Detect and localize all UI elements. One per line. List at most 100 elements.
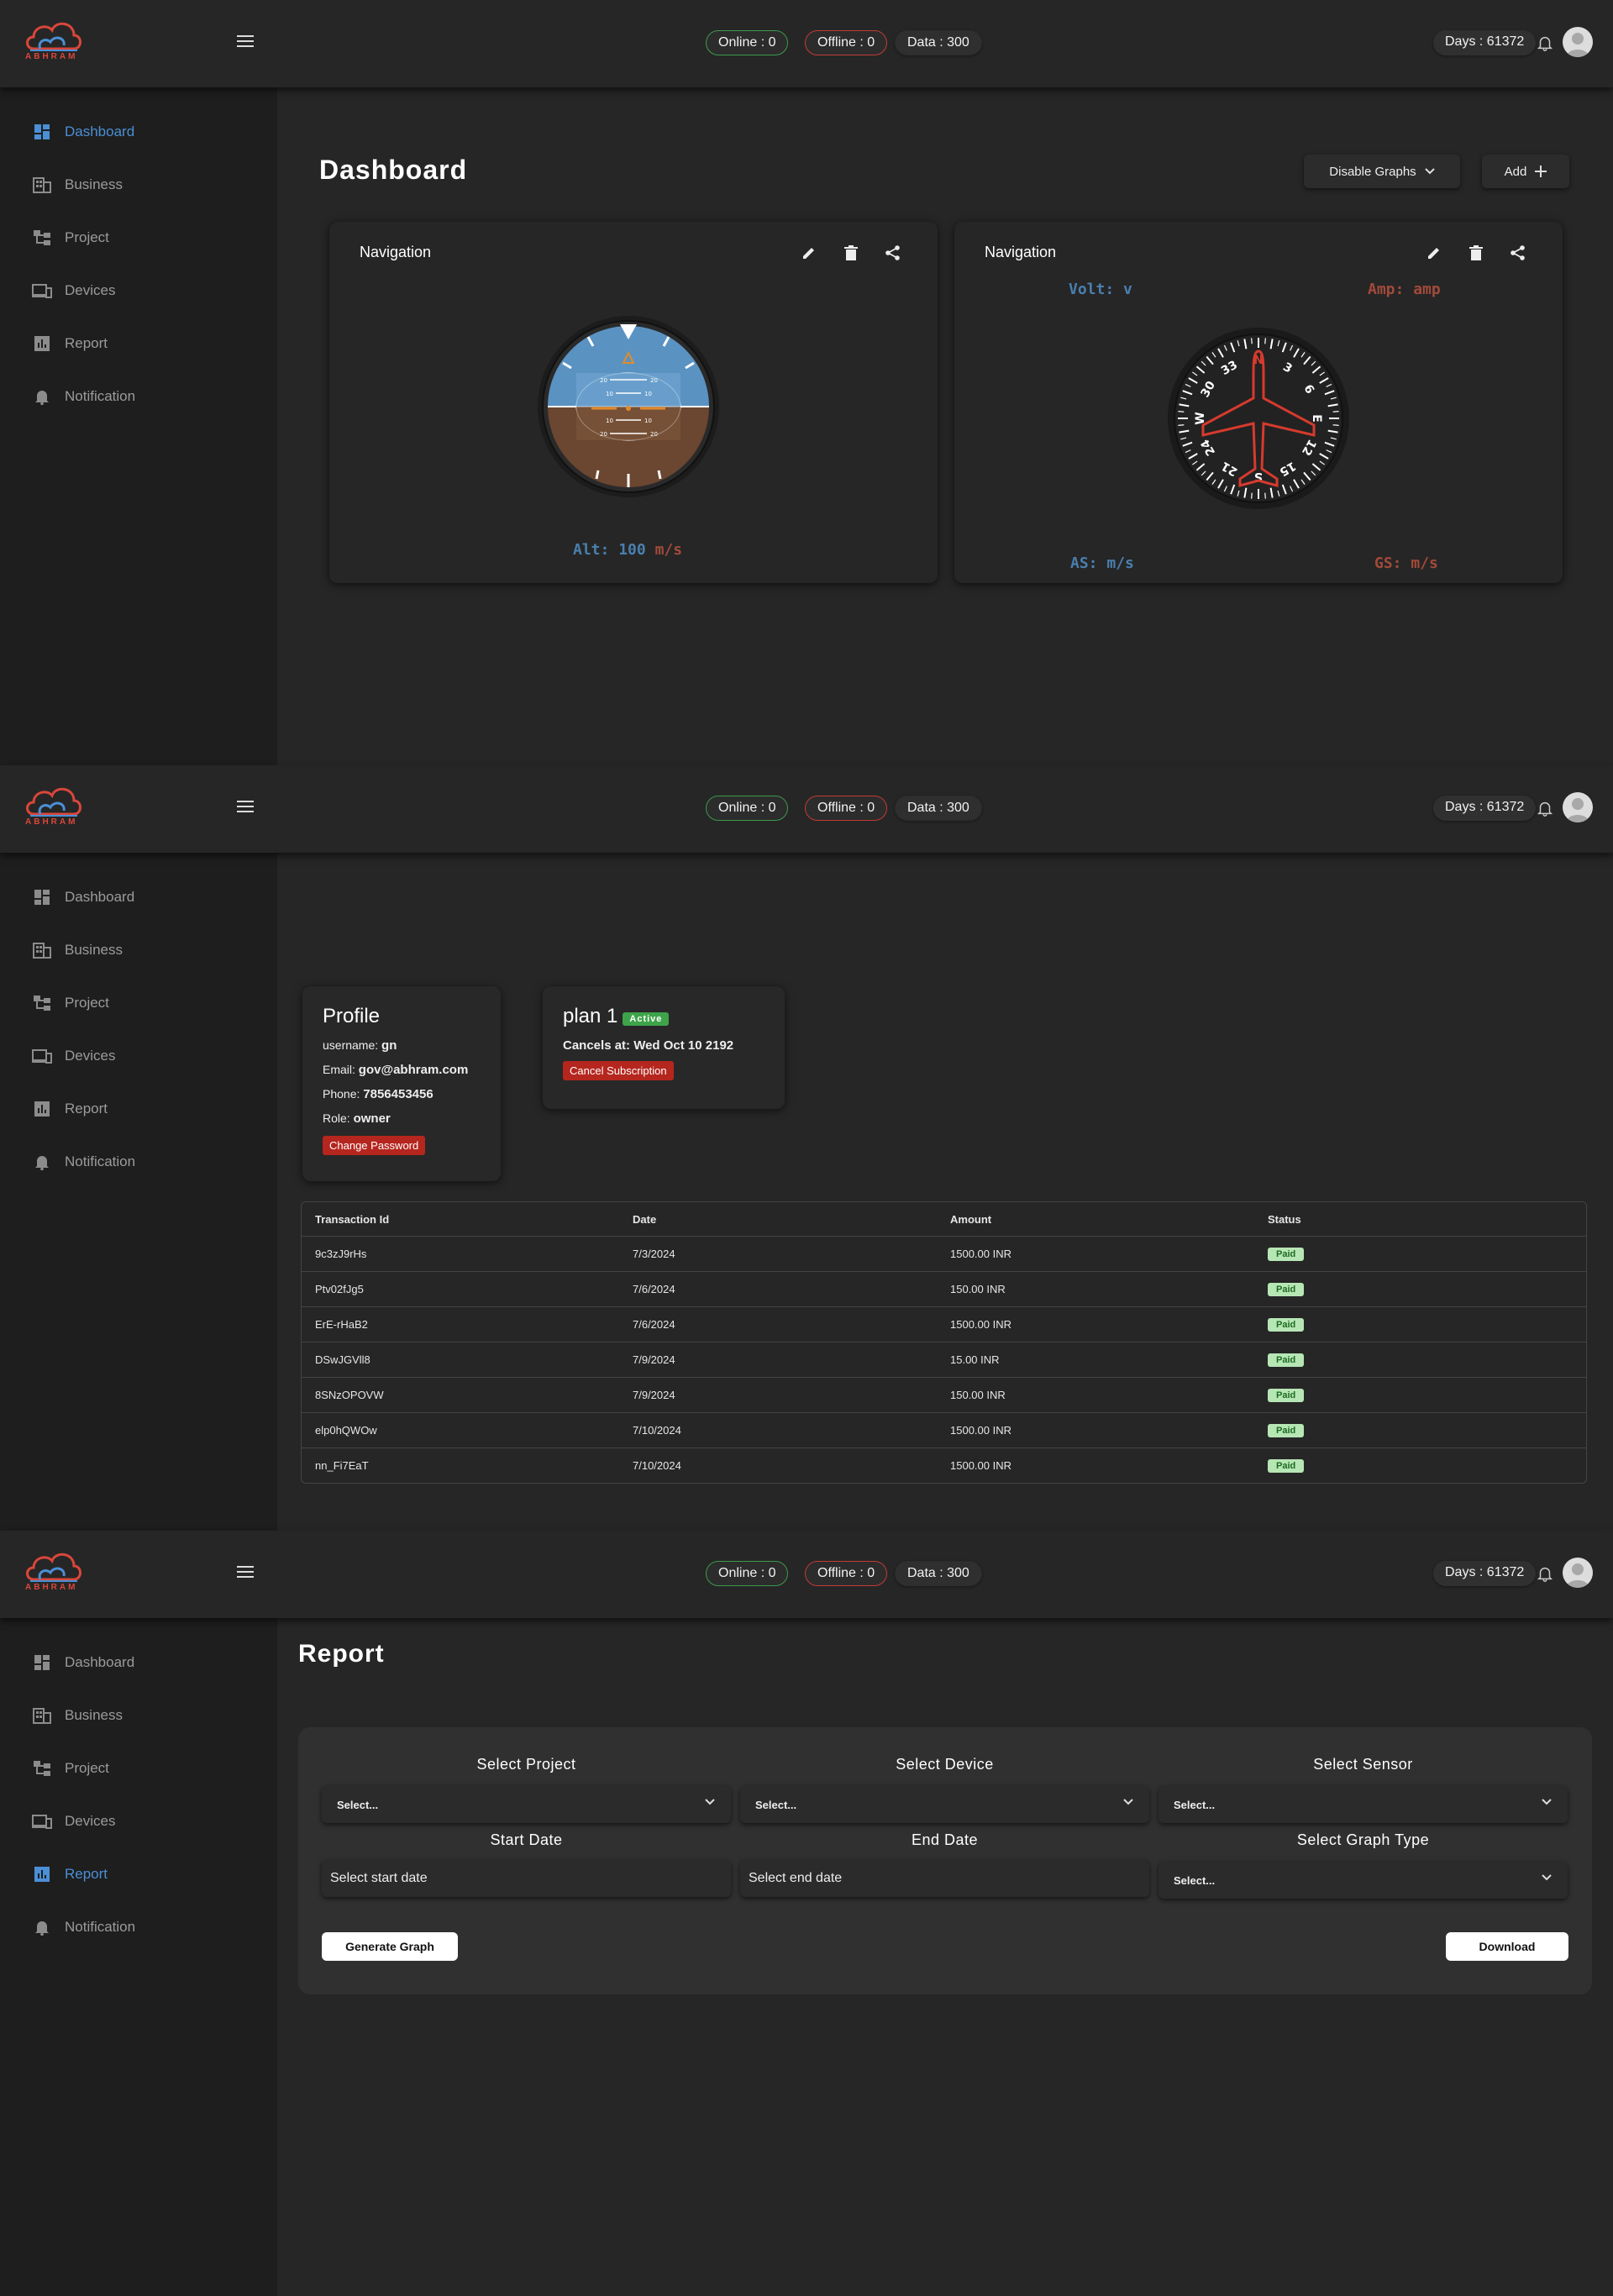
navigation-card-heading: Navigation Volt: v Amp: amp N 3 6 E 12 15 S 21 2… [954, 222, 1563, 583]
status-badge: Paid [1268, 1424, 1305, 1437]
edit-icon[interactable] [800, 244, 818, 262]
status-badge: Paid [1268, 1459, 1305, 1473]
sidebar-item-report[interactable]: Report [32, 1096, 108, 1122]
amperage-readout: Amp: amp [1368, 281, 1441, 298]
status-badge: Paid [1268, 1353, 1305, 1367]
volt-unit: v [1123, 281, 1132, 298]
select-device-label: Select Device [896, 1756, 994, 1773]
user-avatar-icon [1566, 1563, 1589, 1588]
sidebar-item-label: Business [65, 176, 123, 192]
sidebar-item-business[interactable]: Business [32, 172, 123, 197]
avatar[interactable] [1563, 27, 1593, 57]
add-button[interactable]: Add [1482, 155, 1569, 188]
profile-username: username: gn [323, 1038, 481, 1053]
compass-tick [1264, 492, 1266, 499]
sidebar-item-project[interactable]: Project [32, 1756, 109, 1781]
graph-type-select[interactable]: Select... [1159, 1862, 1568, 1899]
sidebar-item-label: Project [65, 229, 109, 245]
sidebar-item-devices[interactable]: Devices [32, 1809, 115, 1834]
logo-text: ABHRAM [25, 817, 78, 827]
report-form-panel: Select Project Select Device Select Sens… [298, 1727, 1592, 1994]
column-header: Amount [950, 1212, 992, 1226]
start-date-input[interactable]: Select start date [322, 1860, 731, 1897]
sidebar-item-dashboard[interactable]: Dashboard [32, 119, 134, 144]
project-select[interactable]: Select... [322, 1786, 731, 1823]
business-icon [32, 1705, 52, 1726]
sidebar-item-label: Dashboard [65, 123, 135, 139]
menu-toggle-icon[interactable] [237, 35, 254, 49]
days-pill: Days : 61372 [1433, 796, 1537, 821]
sidebar-item-notification[interactable]: Notification [32, 1915, 135, 1940]
cancel-subscription-button[interactable]: Cancel Subscription [563, 1061, 674, 1080]
status-badge: Paid [1268, 1283, 1305, 1296]
sidebar-item-dashboard[interactable]: Dashboard [32, 885, 134, 910]
sensor-select[interactable]: Select... [1159, 1786, 1568, 1823]
sidebar-item-report[interactable]: Report [32, 331, 108, 356]
device-select[interactable]: Select... [740, 1786, 1149, 1823]
disable-graphs-dropdown[interactable]: Disable Graphs [1304, 155, 1460, 188]
as-unit: m/s [1106, 554, 1134, 572]
sidebar-item-devices[interactable]: Devices [32, 278, 115, 303]
offline-status-pill: Offline : 0 [805, 796, 888, 821]
days-pill: Days : 61372 [1433, 1561, 1537, 1586]
sidebar-item-report[interactable]: Report [32, 1862, 108, 1887]
top-bar: ABHRAM Online : 0 Offline : 0 Data : 300… [0, 1531, 1613, 1618]
share-icon[interactable] [1509, 244, 1527, 262]
transaction-date: 7/9/2024 [633, 1389, 675, 1401]
delete-icon[interactable] [842, 244, 860, 262]
chevron-down-icon [1424, 168, 1435, 175]
compass-tick [1251, 492, 1253, 499]
generate-graph-button[interactable]: Generate Graph [322, 1932, 458, 1961]
sidebar-item-business[interactable]: Business [32, 1703, 123, 1728]
sidebar-item-label: Dashboard [65, 1654, 135, 1670]
card-title: Navigation [360, 244, 432, 260]
edit-icon[interactable] [1425, 244, 1443, 262]
select-value: Select... [755, 1798, 797, 1811]
sidebar-item-notification[interactable]: Notification [32, 1149, 135, 1174]
report-icon [32, 1864, 52, 1884]
transaction-date: 7/3/2024 [633, 1248, 675, 1260]
pitch-mark-label: 10 [644, 418, 652, 424]
delete-icon[interactable] [1467, 244, 1485, 262]
sidebar-item-label: Devices [65, 282, 116, 298]
altitude-label: Alt: [573, 541, 610, 559]
graph-type-label: Select Graph Type [1296, 1831, 1430, 1848]
sidebar: Dashboard Business Project Devices Repor… [0, 87, 277, 765]
change-password-button[interactable]: Change Password [323, 1136, 426, 1155]
notification-icon [32, 386, 52, 407]
sidebar-item-project[interactable]: Project [32, 225, 109, 250]
end-date-input[interactable]: Select end date [740, 1860, 1149, 1897]
logo-text: ABHRAM [25, 1583, 78, 1592]
menu-toggle-icon[interactable] [237, 801, 254, 814]
user-avatar-icon [1566, 33, 1589, 57]
sidebar-item-business[interactable]: Business [32, 938, 123, 963]
profile-phone: Phone: 7856453456 [323, 1087, 481, 1101]
transaction-date: 7/10/2024 [633, 1459, 681, 1472]
dashboard-icon [32, 122, 52, 142]
avatar[interactable] [1563, 792, 1593, 822]
table-row: 8SNzOPOVW 7/9/2024 150.00 INR Paid [302, 1377, 1586, 1412]
bell-icon[interactable] [1536, 799, 1554, 817]
menu-toggle-icon[interactable] [237, 1566, 254, 1579]
top-bar: ABHRAM Online : 0 Offline : 0 Data : 300… [0, 0, 1613, 87]
transaction-id: 8SNzOPOVW [315, 1389, 384, 1401]
top-bar: ABHRAM Online : 0 Offline : 0 Data : 300… [0, 765, 1613, 853]
avatar[interactable] [1563, 1558, 1593, 1588]
project-icon [32, 1758, 52, 1778]
sidebar-item-notification[interactable]: Notification [32, 384, 135, 409]
chevron-down-icon [705, 1799, 715, 1805]
bell-icon[interactable] [1536, 34, 1554, 52]
groundspeed-readout: GS: m/s [1374, 554, 1438, 572]
sidebar-item-devices[interactable]: Devices [32, 1043, 115, 1069]
sidebar-item-label: Business [65, 1707, 123, 1723]
pitch-mark-label: 20 [600, 431, 607, 438]
business-icon [32, 175, 52, 195]
table-row: Ptv02fJg5 7/6/2024 150.00 INR Paid [302, 1271, 1586, 1306]
chevron-down-icon [1123, 1799, 1133, 1805]
bell-icon[interactable] [1536, 1564, 1554, 1583]
share-icon[interactable] [884, 244, 902, 262]
sidebar-item-project[interactable]: Project [32, 990, 109, 1016]
sidebar-item-dashboard[interactable]: Dashboard [32, 1650, 134, 1675]
transaction-date: 7/6/2024 [633, 1318, 675, 1331]
download-button[interactable]: Download [1446, 1932, 1568, 1961]
